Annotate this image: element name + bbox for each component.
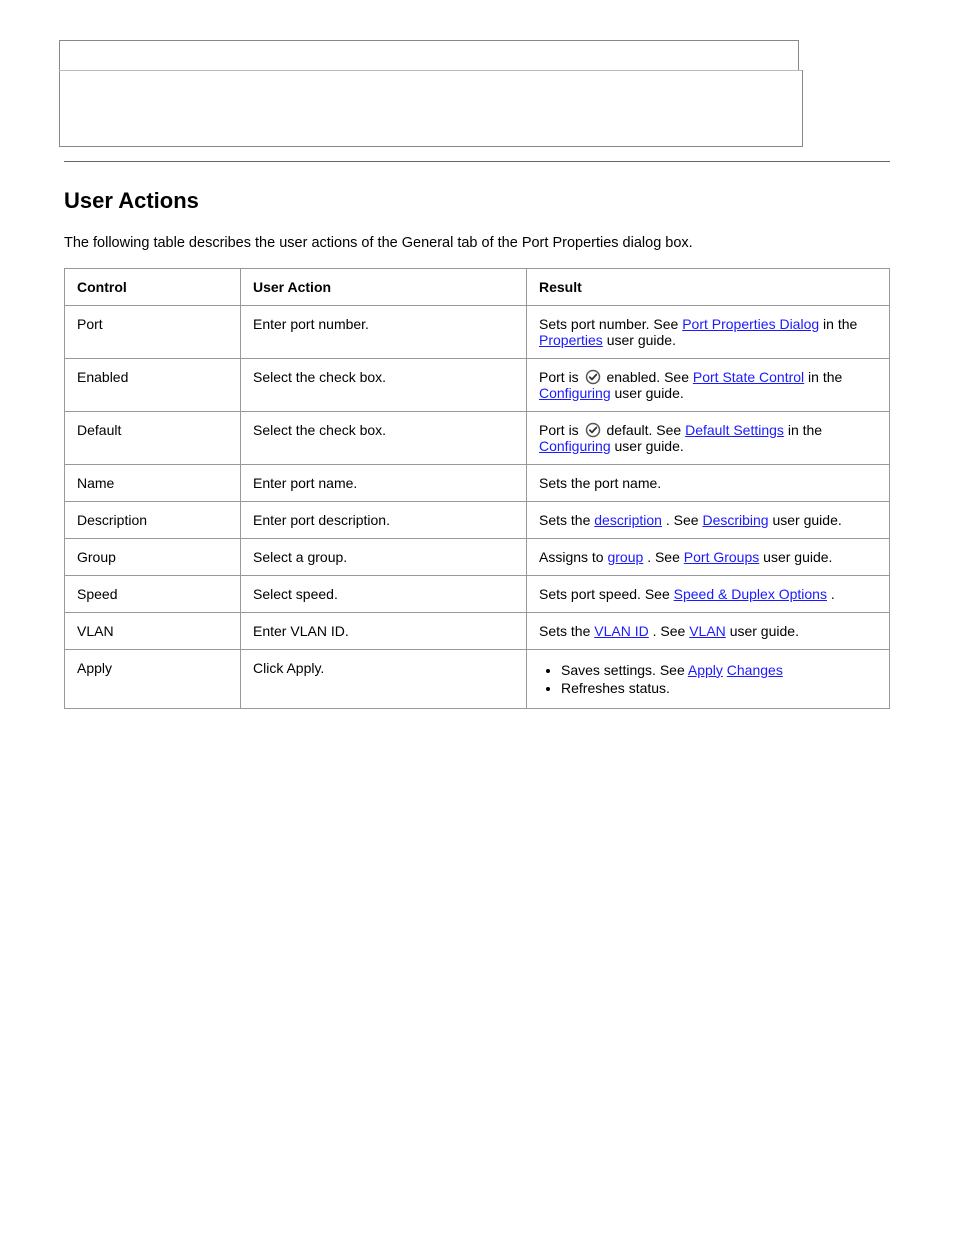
- result-link[interactable]: Properties: [539, 332, 603, 348]
- cell-action: Click Apply.: [241, 649, 527, 708]
- col-result: Result: [527, 268, 890, 305]
- cell-result: Sets the description . See Describing us…: [527, 501, 890, 538]
- cell-result: Sets the port name.: [527, 464, 890, 501]
- col-control: Control: [65, 268, 241, 305]
- cell-action: Enter port description.: [241, 501, 527, 538]
- cell-result: Sets port speed. See Speed & Duplex Opti…: [527, 575, 890, 612]
- cell-control: Default: [65, 411, 241, 464]
- cell-result: Port is default. See Default Settings in…: [527, 411, 890, 464]
- result-text: in the: [788, 422, 822, 438]
- section-intro: The following table describes the user a…: [64, 234, 890, 254]
- result-link[interactable]: Default Settings: [685, 422, 784, 438]
- result-link[interactable]: Speed & Duplex Options: [674, 586, 827, 602]
- top-table-stack: [59, 40, 890, 147]
- check-circle-icon: [585, 422, 601, 438]
- cell-control: Port: [65, 305, 241, 358]
- list-item: Saves settings. See Apply Changes: [561, 662, 877, 678]
- result-link[interactable]: group: [607, 549, 643, 565]
- result-link[interactable]: description: [594, 512, 662, 528]
- result-text: user guide.: [615, 385, 684, 401]
- table-header-row: Control User Action Result: [65, 268, 890, 305]
- result-link[interactable]: Configuring: [539, 385, 611, 401]
- cell-control: Enabled: [65, 358, 241, 411]
- result-list: Saves settings. See Apply Changes Refres…: [539, 662, 877, 696]
- table-row: Name Enter port name. Sets the port name…: [65, 464, 890, 501]
- top-table-lower: [59, 70, 803, 147]
- table-row: Default Select the check box. Port is de…: [65, 411, 890, 464]
- cell-control: Speed: [65, 575, 241, 612]
- cell-control: Name: [65, 464, 241, 501]
- cell-action: Select a group.: [241, 538, 527, 575]
- result-text: user guide.: [607, 332, 676, 348]
- result-text: Port is: [539, 369, 583, 385]
- cell-result: Sets the VLAN ID . See VLAN user guide.: [527, 612, 890, 649]
- result-text: Port is: [539, 422, 583, 438]
- cell-action: Select the check box.: [241, 358, 527, 411]
- result-text: Saves settings. See: [561, 662, 688, 678]
- result-text: .: [831, 586, 835, 602]
- result-text: user guide.: [763, 549, 832, 565]
- result-text: in the: [823, 316, 857, 332]
- check-circle-icon: [585, 369, 601, 385]
- table-row: Enabled Select the check box. Port is en…: [65, 358, 890, 411]
- result-link[interactable]: Configuring: [539, 438, 611, 454]
- result-link[interactable]: Changes: [727, 662, 783, 678]
- table-row: Apply Click Apply. Saves settings. See A…: [65, 649, 890, 708]
- result-link[interactable]: Port Properties Dialog: [682, 316, 819, 332]
- result-text: . See: [653, 623, 690, 639]
- top-table-upper: [59, 40, 799, 71]
- result-text: user guide.: [615, 438, 684, 454]
- result-text: Refreshes status.: [561, 680, 670, 696]
- cell-result: Port is enabled. See Port State Control …: [527, 358, 890, 411]
- result-text: in the: [808, 369, 842, 385]
- cell-action: Enter port name.: [241, 464, 527, 501]
- cell-control: Description: [65, 501, 241, 538]
- result-link[interactable]: Port State Control: [693, 369, 804, 385]
- actions-table: Control User Action Result Port Enter po…: [64, 268, 890, 709]
- section-heading: User Actions: [64, 188, 890, 214]
- result-text: . See: [666, 512, 703, 528]
- cell-control: Apply: [65, 649, 241, 708]
- cell-action: Select speed.: [241, 575, 527, 612]
- result-text: user guide.: [772, 512, 841, 528]
- list-item: Refreshes status.: [561, 680, 877, 696]
- result-text: Sets the port name.: [539, 475, 661, 491]
- table-row: Group Select a group. Assigns to group .…: [65, 538, 890, 575]
- result-text: Sets port number. See: [539, 316, 682, 332]
- table-row: Port Enter port number. Sets port number…: [65, 305, 890, 358]
- result-link[interactable]: Apply: [688, 662, 723, 678]
- result-text: user guide.: [730, 623, 799, 639]
- result-text: . See: [647, 549, 684, 565]
- section-divider: [64, 161, 890, 162]
- col-action: User Action: [241, 268, 527, 305]
- result-text: default. See: [606, 422, 685, 438]
- cell-result: Sets port number. See Port Properties Di…: [527, 305, 890, 358]
- result-text: Assigns to: [539, 549, 607, 565]
- result-link[interactable]: Describing: [702, 512, 768, 528]
- table-row: Speed Select speed. Sets port speed. See…: [65, 575, 890, 612]
- result-text: Sets the: [539, 512, 594, 528]
- cell-action: Enter port number.: [241, 305, 527, 358]
- cell-control: Group: [65, 538, 241, 575]
- result-text: Sets port speed. See: [539, 586, 674, 602]
- result-text: Sets the: [539, 623, 594, 639]
- result-link[interactable]: Port Groups: [684, 549, 759, 565]
- cell-action: Select the check box.: [241, 411, 527, 464]
- result-link[interactable]: VLAN ID: [594, 623, 648, 639]
- cell-result: Assigns to group . See Port Groups user …: [527, 538, 890, 575]
- table-row: VLAN Enter VLAN ID. Sets the VLAN ID . S…: [65, 612, 890, 649]
- table-row: Description Enter port description. Sets…: [65, 501, 890, 538]
- result-text: enabled. See: [606, 369, 692, 385]
- cell-control: VLAN: [65, 612, 241, 649]
- cell-result: Saves settings. See Apply Changes Refres…: [527, 649, 890, 708]
- result-link[interactable]: VLAN: [689, 623, 726, 639]
- cell-action: Enter VLAN ID.: [241, 612, 527, 649]
